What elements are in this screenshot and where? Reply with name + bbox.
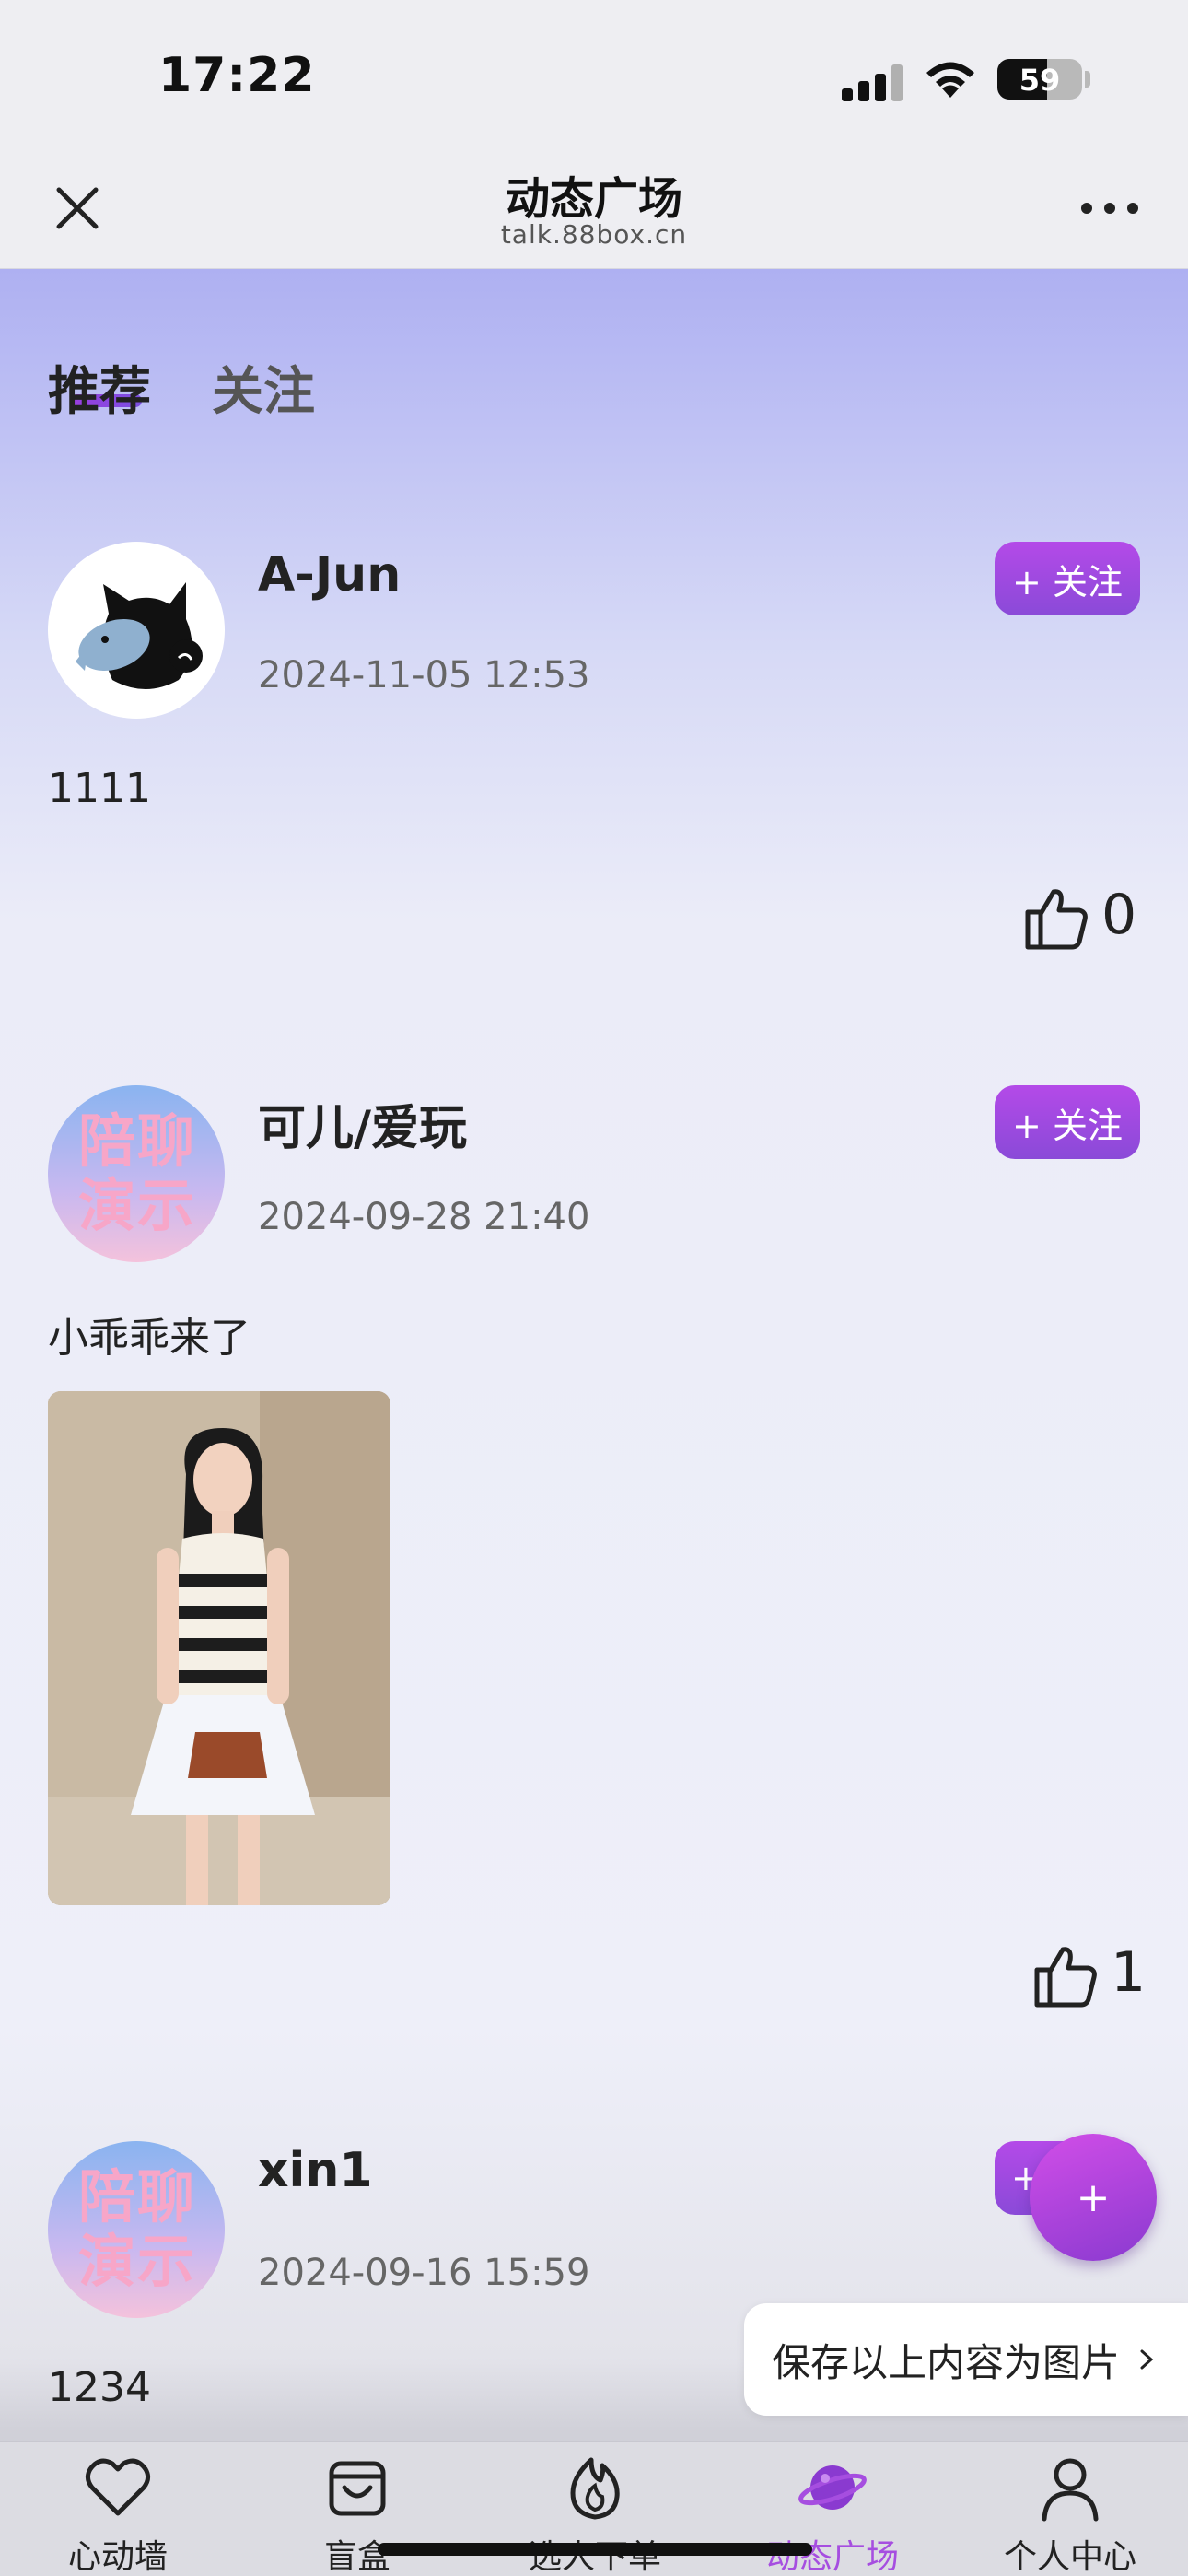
avatar[interactable] [48, 542, 225, 719]
cat-avatar-icon [76, 582, 203, 689]
battery-tip [1085, 71, 1090, 88]
battery-level: 59 [1019, 63, 1061, 98]
bag-icon [329, 2461, 386, 2516]
wifi-icon [926, 62, 974, 98]
like-count: 0 [1101, 883, 1137, 947]
tab-moments-square[interactable]: 动态广场 [731, 2453, 934, 2576]
follow-button[interactable]: + 关注 [995, 1085, 1140, 1159]
screen: 17:22 59 动态广场 talk.88box.cn 推荐 关注 A-Jun … [0, 0, 1188, 2576]
cellular-signal-icon [842, 64, 904, 101]
page-title: 动态广场 [505, 173, 682, 225]
person-icon [1042, 2458, 1099, 2522]
heart-icon [85, 2458, 151, 2516]
post-time: 2024-09-16 15:59 [258, 2252, 590, 2294]
battery-icon: 59 [997, 59, 1082, 100]
post-time: 2024-09-28 21:40 [258, 1196, 590, 1238]
tab-profile[interactable]: 个人中心 [969, 2453, 1171, 2576]
tab-heart-wall[interactable]: 心动墙 [17, 2453, 219, 2576]
chevron-right-icon [1140, 2349, 1154, 2370]
post-text: 小乖乖来了 [48, 1315, 250, 1362]
post-username[interactable]: xin1 [258, 2143, 373, 2198]
save-as-image-button[interactable]: 保存以上内容为图片 [744, 2303, 1188, 2416]
planet-icon [798, 2465, 867, 2510]
tab-pick-order[interactable]: 选人下单 [494, 2453, 696, 2576]
avatar[interactable]: 陪聊演示 [48, 1085, 225, 1262]
save-as-image-label: 保存以上内容为图片 [772, 2339, 1121, 2385]
post-time: 2024-11-05 12:53 [258, 654, 590, 697]
avatar[interactable]: 陪聊演示 [48, 2141, 225, 2318]
post-username[interactable]: A-Jun [258, 547, 401, 603]
like-count: 1 [1111, 1940, 1147, 2005]
more-options-icon[interactable] [1081, 203, 1138, 216]
girl-photo-image [48, 1391, 390, 1905]
tab-recommend[interactable]: 推荐 [48, 350, 151, 425]
post-username[interactable]: 可儿/爱玩 [258, 1089, 467, 1158]
page-url: talk.88box.cn [500, 219, 688, 250]
status-time: 17:22 [158, 48, 316, 103]
create-post-button[interactable]: + [1030, 2134, 1157, 2261]
avatar-text: 陪聊演示 [77, 2163, 196, 2295]
tab-following[interactable]: 关注 [212, 350, 315, 425]
tab-label: 心动墙 [67, 2538, 168, 2576]
avatar-text: 陪聊演示 [77, 1107, 196, 1239]
tab-label: 个人中心 [1003, 2538, 1136, 2576]
home-indicator [378, 2543, 812, 2556]
like-icon[interactable] [1020, 883, 1090, 953]
post-text: 1234 [48, 2364, 151, 2411]
post-photo[interactable] [48, 1391, 390, 1905]
flame-icon [570, 2457, 620, 2520]
tab-blind-box[interactable]: 盲盒 [256, 2453, 459, 2576]
follow-button[interactable]: + 关注 [995, 542, 1140, 615]
post-text: 1111 [48, 765, 151, 812]
like-icon[interactable] [1030, 1940, 1100, 2010]
